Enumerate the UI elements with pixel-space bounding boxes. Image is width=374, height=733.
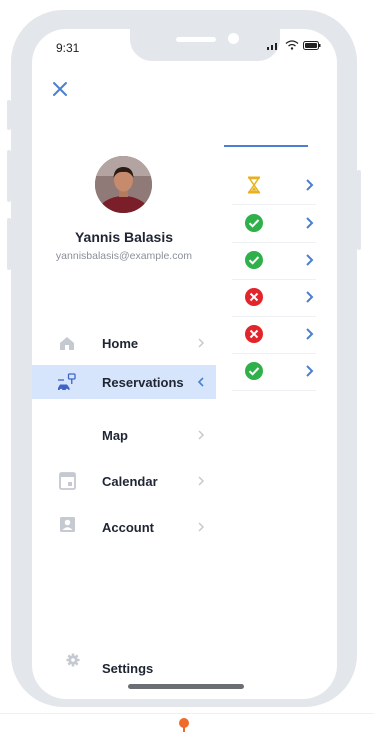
- check-circle-icon: [245, 214, 263, 232]
- tab-indicator: [224, 145, 308, 147]
- chevron-right-icon: [306, 217, 314, 229]
- chevron-right-icon: [198, 338, 205, 348]
- account-icon: [60, 517, 75, 532]
- reservation-row[interactable]: [232, 167, 316, 205]
- car-charging-icon: [58, 373, 76, 392]
- chevron-right-icon: [306, 291, 314, 303]
- calendar-icon: [59, 472, 76, 490]
- side-button-right: [357, 170, 361, 250]
- menu-label: Settings: [102, 661, 154, 676]
- menu-label: Reservations: [102, 375, 184, 390]
- divider: [0, 713, 374, 714]
- cancel-circle-icon: [245, 325, 263, 343]
- chevron-right-icon: [198, 476, 205, 486]
- user-name: Yannis Balasis: [74, 229, 174, 245]
- home-indicator: [128, 684, 244, 689]
- hourglass-icon: [248, 176, 260, 194]
- menu-item-home[interactable]: Home: [32, 326, 216, 360]
- chevron-right-icon: [198, 430, 205, 440]
- chevron-right-icon: [306, 179, 314, 191]
- chevron-right-icon: [306, 254, 314, 266]
- reservations-panel: [224, 29, 337, 699]
- reservation-row[interactable]: [232, 353, 316, 391]
- reservation-row[interactable]: [232, 205, 316, 243]
- menu-label: Account: [102, 520, 154, 535]
- cancel-circle-icon: [245, 288, 263, 306]
- chevron-left-icon: [197, 377, 204, 387]
- menu-item-account[interactable]: Account: [32, 510, 216, 544]
- reservation-row[interactable]: [232, 316, 316, 354]
- speaker: [176, 37, 216, 42]
- status-time: 9:31: [56, 41, 80, 55]
- location-pin-stem: [183, 726, 185, 732]
- gear-icon: [66, 653, 80, 667]
- phone-screen: 9:31 Yannis Balasis yannisbalasis@exampl…: [32, 29, 337, 699]
- check-circle-icon: [245, 251, 263, 269]
- reservation-row[interactable]: [232, 242, 316, 280]
- menu-item-map[interactable]: Map: [32, 418, 216, 452]
- home-icon: [60, 337, 74, 350]
- reservation-row[interactable]: [232, 279, 316, 317]
- menu-item-settings[interactable]: Settings: [32, 649, 216, 683]
- close-icon[interactable]: [52, 81, 68, 97]
- menu-item-reservations[interactable]: Reservations: [32, 365, 216, 399]
- avatar: [95, 156, 152, 213]
- menu-label: Map: [102, 428, 128, 443]
- menu-item-calendar[interactable]: Calendar: [32, 464, 216, 498]
- chevron-right-icon: [306, 328, 314, 340]
- user-email: yannisbalasis@example.com: [55, 250, 193, 262]
- chevron-right-icon: [306, 365, 314, 377]
- chevron-right-icon: [198, 522, 205, 532]
- check-circle-icon: [245, 362, 263, 380]
- menu-label: Calendar: [102, 474, 158, 489]
- menu-label: Home: [102, 336, 139, 351]
